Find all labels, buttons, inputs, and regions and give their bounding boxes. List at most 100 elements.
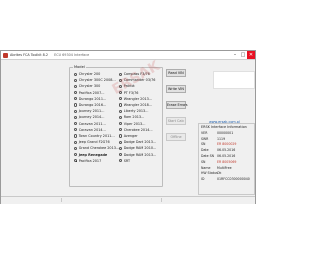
radio-empty-icon[interactable] xyxy=(74,103,78,107)
info-key: Name xyxy=(201,165,211,170)
radio-empty-icon[interactable] xyxy=(74,109,78,113)
model-radio-label: Avenger xyxy=(123,133,138,138)
close-icon[interactable]: ✕ xyxy=(247,51,255,59)
radio-empty-icon[interactable] xyxy=(119,72,123,76)
radio-empty-icon[interactable] xyxy=(119,109,123,113)
radio-empty-icon[interactable] xyxy=(119,97,123,101)
info-value: 06.05.2016 xyxy=(217,154,236,159)
maximize-icon[interactable]: □ xyxy=(239,51,247,59)
radio-empty-icon[interactable] xyxy=(74,134,78,138)
model-radio-label: Wrangler 2018... xyxy=(123,103,153,108)
model-radio-label: Ram 2013... xyxy=(123,115,145,120)
model-radio-label: Dodge Dart 2013... xyxy=(123,140,157,145)
model-radio-option[interactable]: Pacifica 2017 xyxy=(74,158,120,164)
model-radio-label: Jeep Renegade xyxy=(78,152,108,157)
radio-empty-icon[interactable] xyxy=(119,91,123,95)
info-value: ER 8005069 xyxy=(217,159,237,164)
info-value: 01RFCC0300000040 xyxy=(217,177,250,182)
title-bar: Abrites FCA Toolkit 8.2 ECU 69304 Interf… xyxy=(1,51,255,60)
radio-empty-icon[interactable] xyxy=(119,128,123,132)
info-key: VER xyxy=(201,130,208,135)
info-key: HW Status xyxy=(201,171,218,176)
info-key: SN xyxy=(201,159,206,164)
model-list-left: Chrysler 200 Chrysler 300C 2008... Chrysle… xyxy=(74,71,120,164)
model-radio-label: Chrysler 300 xyxy=(78,84,101,89)
info-key: Date SN xyxy=(201,154,215,159)
logo-image xyxy=(213,71,255,89)
radio-empty-icon[interactable] xyxy=(119,140,123,144)
minimize-icon[interactable]: – xyxy=(231,51,239,59)
model-radio-label: Compass F3/76 xyxy=(123,72,150,77)
model-radio-label: Durango 2011... xyxy=(78,96,107,101)
model-list-right: Compass F3/76 Commander 03/76 Patriot PT F3… xyxy=(119,71,165,164)
erase-errors-button[interactable]: Erase Errors xyxy=(166,101,188,109)
model-group: Model Chrysler 200 Chrysler 300C 2008... C… xyxy=(69,65,165,187)
model-radio-label: SRT xyxy=(123,158,131,163)
model-radio-label: Pacifica 2017 xyxy=(78,158,102,163)
radio-empty-icon[interactable] xyxy=(119,115,123,119)
model-radio-option[interactable]: SRT xyxy=(119,158,165,164)
radio-empty-icon[interactable] xyxy=(74,78,78,82)
info-value: Ok xyxy=(217,171,222,176)
radio-selected-icon[interactable] xyxy=(74,159,78,163)
radio-empty-icon[interactable] xyxy=(74,140,78,144)
brand-logo xyxy=(203,63,255,105)
info-key: SN xyxy=(201,142,206,147)
model-radio-label: Caravan 2011... xyxy=(78,121,106,126)
model-radio-label: Journey 2011... xyxy=(78,109,105,114)
radio-empty-icon[interactable] xyxy=(119,134,123,138)
info-rows: VER 00000001 SWR 1119 SN ER 8000029 Date 06.05.… xyxy=(199,130,254,182)
model-radio-label: Cherokee 2014... xyxy=(123,127,153,132)
radio-empty-icon[interactable] xyxy=(119,122,123,126)
radio-empty-icon[interactable] xyxy=(119,78,123,82)
radio-empty-icon[interactable] xyxy=(74,72,78,76)
radio-empty-icon[interactable] xyxy=(119,103,123,107)
model-radio-label: Pacifica 2007... xyxy=(78,90,105,95)
status-divider xyxy=(61,198,62,202)
radio-empty-icon[interactable] xyxy=(74,91,78,95)
info-key: SWR xyxy=(201,136,209,141)
model-radio-label: Chrysler 200 xyxy=(78,72,101,77)
app-window: Abrites FCA Toolkit 8.2 ECU 69304 Interf… xyxy=(0,50,256,204)
model-radio-label: Commander 03/76 xyxy=(123,78,156,83)
radio-empty-icon[interactable] xyxy=(74,84,78,89)
model-radio-label: Jeep Grand F2G76 xyxy=(78,140,110,145)
radio-empty-icon[interactable] xyxy=(74,115,78,119)
radio-empty-icon[interactable] xyxy=(74,97,78,101)
info-value: 06.05.2016 xyxy=(217,148,236,153)
radio-empty-icon[interactable] xyxy=(74,128,78,132)
model-radio-label: PT F3/76 xyxy=(123,90,139,95)
read-vin-button[interactable]: Read VIN xyxy=(166,69,186,77)
model-radio-label: Dodge RAM 2013... xyxy=(123,152,157,157)
radio-empty-icon[interactable] xyxy=(74,146,78,150)
window-controls: – □ ✕ xyxy=(231,51,255,59)
status-bar xyxy=(1,196,255,204)
model-radio-label: Viper 2013... xyxy=(123,121,146,126)
action-buttons: Read VIN Write VIN Erase Errors Start Ca… xyxy=(166,69,188,149)
radio-empty-icon[interactable] xyxy=(119,152,123,157)
model-group-label: Model xyxy=(73,65,86,69)
start-calc-button[interactable]: Start Calc xyxy=(166,117,186,125)
model-radio-label: Dodge RAM 2010... xyxy=(123,146,157,151)
interface-info-panel: ERSK Interface Information VER 00000001 SW… xyxy=(198,123,255,195)
offline-button[interactable]: Offline xyxy=(166,133,186,141)
app-icon xyxy=(3,52,8,58)
radio-empty-icon[interactable] xyxy=(119,146,123,150)
model-radio-label: Patriot xyxy=(123,84,135,89)
model-radio-label: Durango 2016... xyxy=(78,103,107,108)
window-title: Abrites FCA Toolkit 8.2 xyxy=(10,53,49,57)
model-radio-label: Chrysler 300C 2008... xyxy=(78,78,116,83)
info-row: ID 01RFCC0300000040 xyxy=(199,176,254,182)
info-value: ER 8000029 xyxy=(217,142,237,147)
model-radio-label: Wrangler 2013... xyxy=(123,96,153,101)
radio-empty-icon[interactable] xyxy=(119,159,123,163)
write-vin-button[interactable]: Write VIN xyxy=(166,85,186,93)
info-key: Date xyxy=(201,148,209,153)
radio-empty-icon[interactable] xyxy=(74,152,78,157)
model-radio-label: Liberty 2013... xyxy=(123,109,149,114)
model-radio-label: Journey 2014... xyxy=(78,115,105,120)
model-radio-label: Grand Cherokee 2013... xyxy=(78,146,120,151)
info-key: ID xyxy=(201,177,205,182)
radio-empty-icon[interactable] xyxy=(74,122,78,126)
radio-empty-icon[interactable] xyxy=(119,84,123,89)
